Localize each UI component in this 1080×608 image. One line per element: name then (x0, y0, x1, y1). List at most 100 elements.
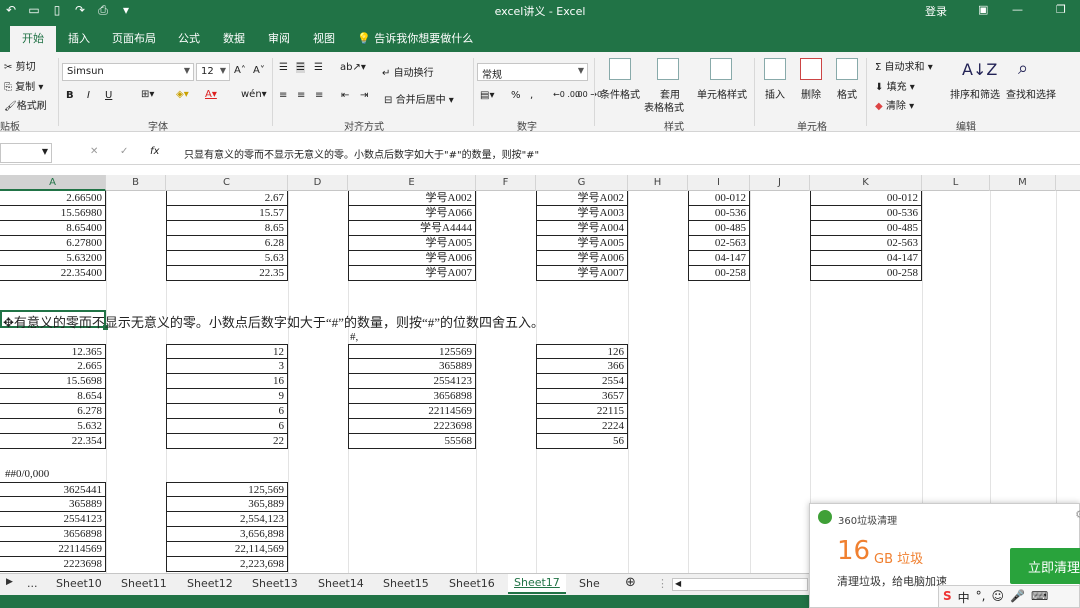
align-center-icon[interactable]: ≡ (297, 90, 305, 101)
cell[interactable]: 3657 (536, 389, 628, 404)
cell[interactable]: 6.278 (0, 404, 106, 419)
orientation-icon[interactable]: ab↗▾ (340, 62, 366, 73)
column-header[interactable]: H (628, 175, 688, 191)
sheet-tab[interactable]: Sheet11 (121, 577, 167, 590)
cell[interactable]: 22.354 (0, 434, 106, 449)
cell[interactable]: 04-147 (810, 251, 922, 266)
sheet-tab[interactable]: Sheet14 (318, 577, 364, 590)
ribbon-display-icon[interactable]: ▣ (978, 3, 988, 16)
format-code-label[interactable]: ##0/0,000 (5, 467, 95, 482)
wrap-text-button[interactable]: ↵ 自动换行 (382, 64, 434, 79)
cell[interactable]: 22114569 (348, 404, 476, 419)
merge-center-button[interactable]: ⊟ 合并后居中 ▾ (384, 91, 454, 106)
tab-home[interactable]: 开始 (10, 26, 56, 52)
cell[interactable]: 5.63200 (0, 251, 106, 266)
column-header[interactable]: I (688, 175, 750, 191)
cell[interactable]: 22,114,569 (166, 542, 288, 557)
cell[interactable]: 15.56980 (0, 206, 106, 221)
clear-button[interactable]: ◆ 清除 ▾ (875, 97, 914, 112)
underline-button[interactable]: U (105, 90, 112, 101)
split-handle[interactable]: ⋮ (657, 577, 668, 590)
cell[interactable]: 学号A4444 (348, 221, 476, 236)
gear-icon[interactable]: ⚙ (1075, 508, 1080, 521)
cell[interactable]: 126 (536, 344, 628, 359)
cell[interactable]: 00-258 (810, 266, 922, 281)
cell[interactable]: 8.65400 (0, 221, 106, 236)
restore-icon[interactable]: ❐ (1056, 3, 1066, 16)
tab-data[interactable]: 数据 (223, 30, 245, 46)
cell[interactable]: 12 (166, 344, 288, 359)
font-name-select[interactable]: Simsun ▼ (62, 63, 194, 81)
phonetic-icon[interactable]: wén▾ (241, 89, 267, 100)
border-icon[interactable]: ⊞▾ (141, 89, 154, 100)
cell[interactable]: 3656898 (348, 389, 476, 404)
formula-content[interactable]: 只显有意义的零而不显示无意义的零。小数点后数字如大于"#"的数量，则按"#" (184, 146, 539, 161)
cancel-icon[interactable]: ✕ (90, 146, 98, 157)
insert-cells-button[interactable]: 插入 (765, 86, 785, 101)
cell[interactable]: 12.365 (0, 344, 106, 359)
align-middle-icon[interactable]: ☰ (296, 62, 305, 73)
fill-color-icon[interactable]: ◈▾ (176, 89, 189, 100)
cell[interactable]: 2554123 (0, 512, 106, 527)
tab-review[interactable]: 审阅 (268, 30, 290, 46)
sheet-tab[interactable]: Sheet15 (383, 577, 429, 590)
column-header[interactable]: E (348, 175, 476, 191)
fill-button[interactable]: ⬇ 填充 ▾ (875, 78, 915, 93)
sheet-tab[interactable]: Sheet12 (187, 577, 233, 590)
cell[interactable]: 22115 (536, 404, 628, 419)
cell[interactable]: 学号A066 (348, 206, 476, 221)
insert-function-button[interactable]: fx (150, 146, 159, 157)
cell[interactable]: 2554123 (348, 374, 476, 389)
cell[interactable]: 9 (166, 389, 288, 404)
sheet-tab[interactable]: Sheet13 (252, 577, 298, 590)
delete-cells-button[interactable]: 删除 (801, 86, 821, 101)
column-header[interactable]: M (990, 175, 1056, 191)
cell[interactable]: 00-536 (810, 206, 922, 221)
cell[interactable]: 2.66500 (0, 191, 106, 206)
cell[interactable]: 125,569 (166, 482, 288, 497)
font-size-select[interactable]: 12 ▼ (196, 63, 230, 81)
cell[interactable]: 55568 (348, 434, 476, 449)
enter-icon[interactable]: ✓ (120, 146, 128, 157)
cell[interactable]: 22 (166, 434, 288, 449)
format-as-table-line2[interactable]: 表格格式 (644, 99, 684, 114)
cell[interactable]: 00-258 (688, 266, 750, 281)
bold-button[interactable]: B (66, 90, 74, 101)
scroll-left-icon[interactable]: ◀ (675, 579, 681, 588)
cell[interactable]: 00-012 (810, 191, 922, 206)
clean-now-button[interactable]: 立即清理 (1010, 548, 1080, 584)
login-link[interactable]: 登录 (925, 3, 947, 19)
sheet-tab-more[interactable]: ... (27, 577, 38, 590)
cell[interactable]: 2,223,698 (166, 557, 288, 572)
add-sheet-icon[interactable]: ⊕ (625, 575, 636, 590)
punctuation-icon[interactable]: °, (976, 589, 986, 604)
cell[interactable]: 00-536 (688, 206, 750, 221)
cell[interactable]: 学号A007 (348, 266, 476, 281)
cell-styles-button[interactable]: 单元格样式 (697, 86, 747, 101)
cell[interactable]: 6.28 (166, 236, 288, 251)
cell[interactable]: 00-012 (688, 191, 750, 206)
cell[interactable]: 16 (166, 374, 288, 389)
name-box[interactable]: ▼ (0, 143, 52, 163)
percent-button[interactable]: % (511, 90, 521, 101)
format-cells-button[interactable]: 格式 (837, 86, 857, 101)
tab-insert[interactable]: 插入 (68, 30, 90, 46)
increase-font-icon[interactable]: A˄ (234, 65, 246, 76)
cell[interactable]: 56 (536, 434, 628, 449)
ime-mode[interactable]: 中 (958, 589, 970, 605)
column-header[interactable]: A (0, 175, 106, 191)
horizontal-scrollbar[interactable]: ◀ (672, 578, 808, 591)
cell[interactable]: 3656898 (0, 527, 106, 542)
format-code-label[interactable]: #, (350, 330, 390, 345)
column-header[interactable]: F (476, 175, 536, 191)
increase-indent-icon[interactable]: ⇥ (360, 90, 368, 101)
align-bottom-icon[interactable]: ☰ (314, 62, 323, 73)
cell[interactable]: 365889 (0, 497, 106, 512)
column-header[interactable]: K (810, 175, 922, 191)
format-painter-button[interactable]: 🖌格式刷 (4, 97, 47, 112)
sheet-tab[interactable]: She (579, 577, 600, 590)
cell[interactable]: 学号A005 (536, 236, 628, 251)
cell[interactable]: 3,656,898 (166, 527, 288, 542)
decrease-indent-icon[interactable]: ⇤ (341, 90, 349, 101)
emoji-icon[interactable]: ☺ (992, 589, 1005, 604)
